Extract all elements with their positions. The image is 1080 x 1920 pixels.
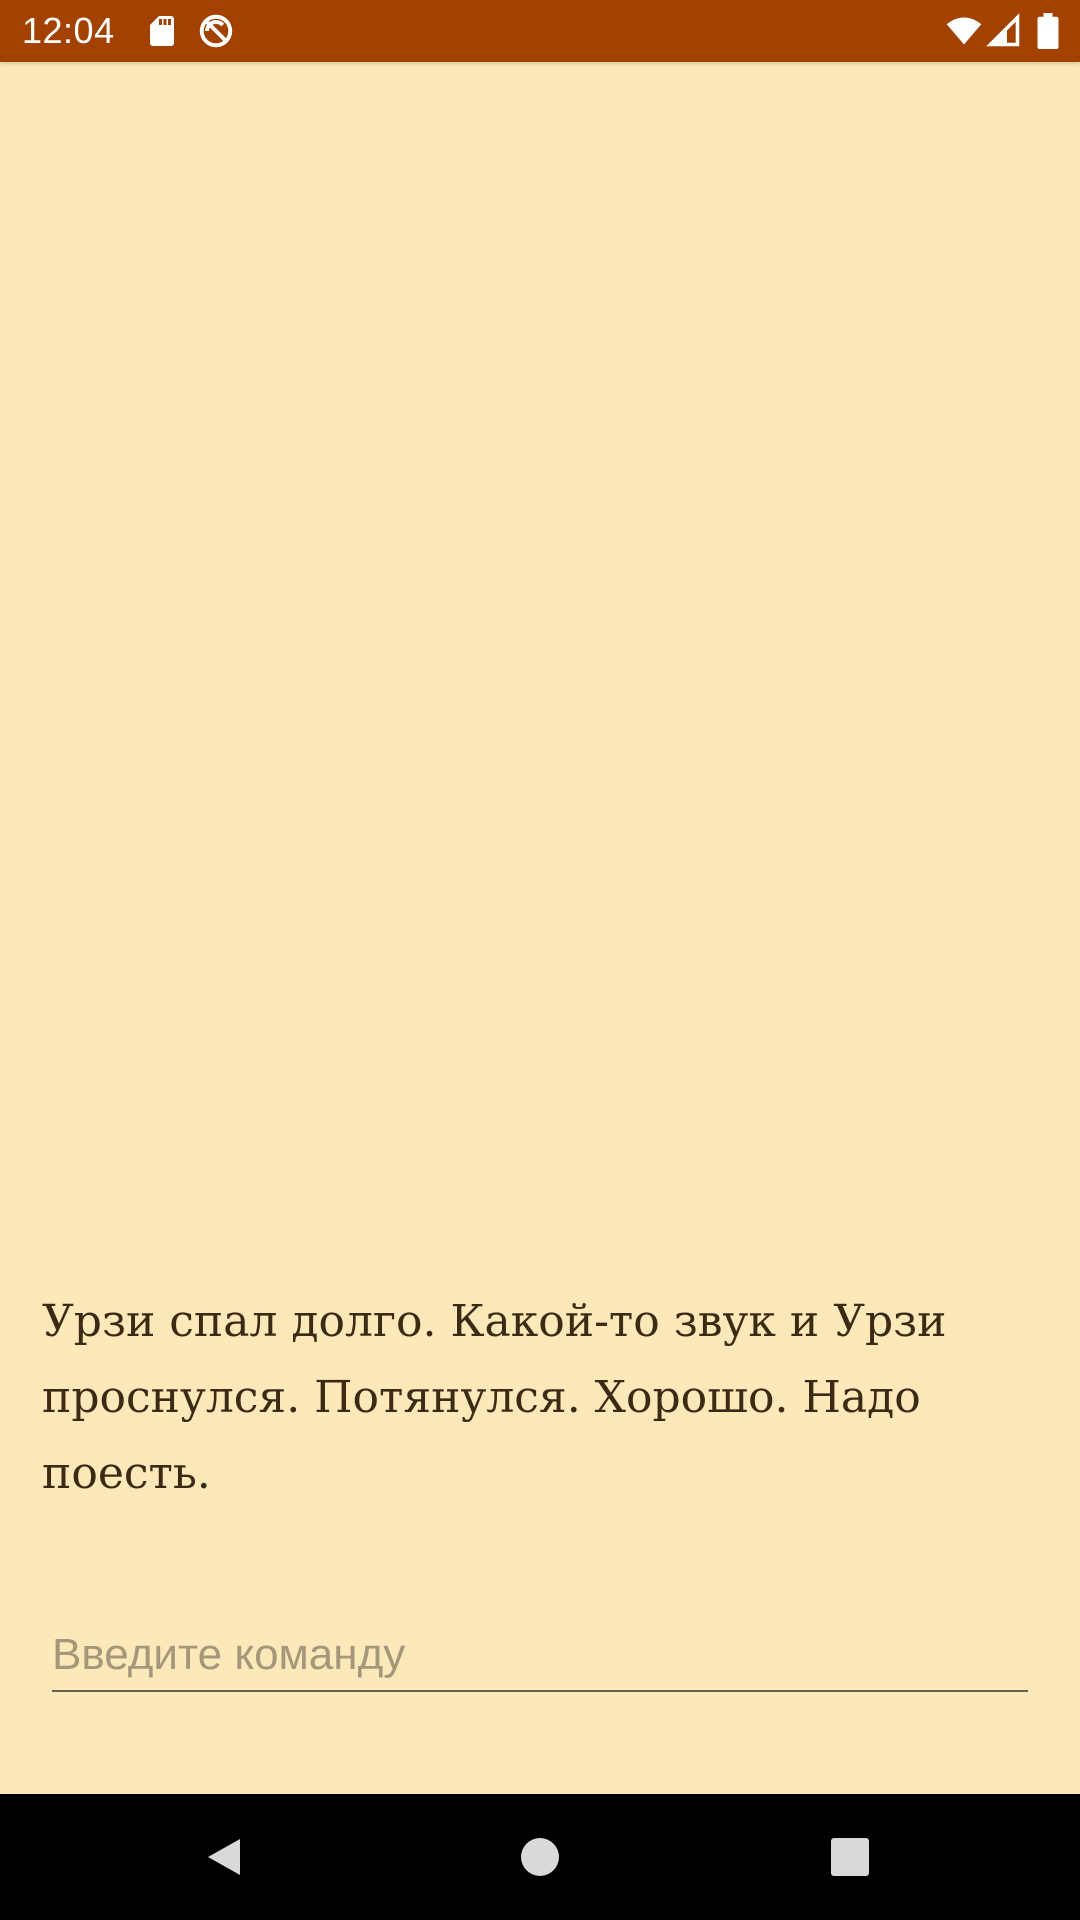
status-time: 12:04 (22, 10, 115, 51)
recents-button[interactable] (820, 1827, 880, 1887)
wifi-icon (944, 13, 984, 49)
battery-icon (1034, 13, 1062, 49)
sd-card-icon (144, 13, 180, 49)
recents-icon (831, 1838, 869, 1876)
game-content (0, 62, 1080, 1794)
back-icon (208, 1839, 240, 1875)
home-icon (521, 1838, 559, 1876)
story-text: Урзи спал долго. Какой-то звук и Урзи пр… (42, 1296, 947, 1499)
navigation-bar (0, 1794, 1080, 1920)
status-bar: 12:04 (0, 0, 1080, 62)
command-input[interactable] (52, 1620, 1028, 1692)
do-not-disturb-icon (198, 13, 234, 49)
cell-signal-icon (986, 13, 1022, 49)
back-button[interactable] (196, 1827, 256, 1887)
home-button[interactable] (510, 1827, 570, 1887)
